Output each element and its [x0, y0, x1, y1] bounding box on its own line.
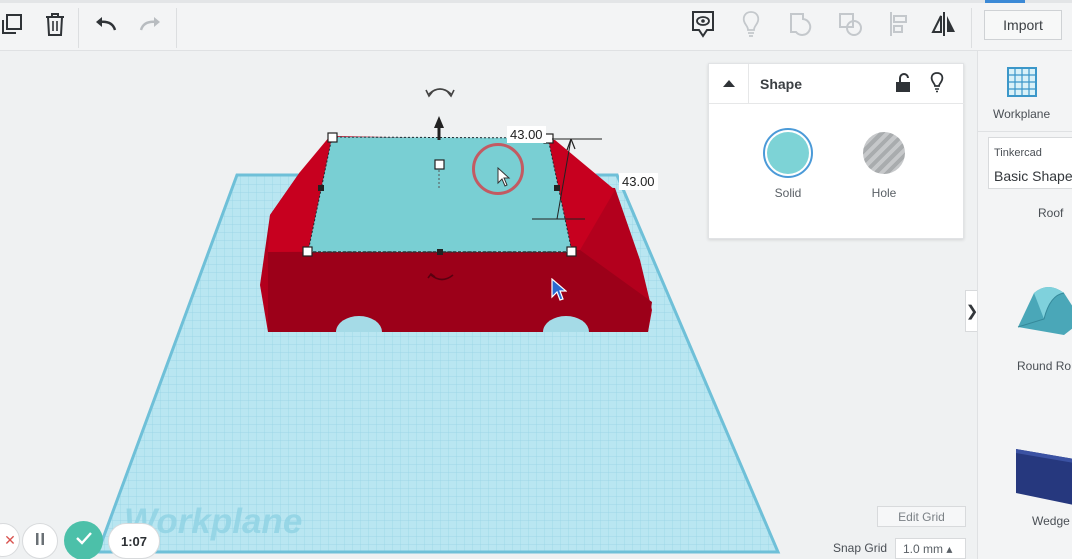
- side-handle[interactable]: [554, 185, 560, 191]
- inspector-header: Shape: [709, 64, 965, 104]
- unlock-icon: [895, 73, 911, 97]
- height-handle[interactable]: [434, 159, 445, 170]
- group-button[interactable]: [784, 3, 818, 50]
- rotate-handle-top[interactable]: [425, 88, 455, 98]
- import-button[interactable]: Import: [984, 10, 1062, 40]
- hole-option[interactable]: Hole: [859, 128, 909, 200]
- resize-handle[interactable]: [566, 246, 577, 257]
- light-button[interactable]: [734, 3, 768, 50]
- delete-button[interactable]: [40, 3, 70, 50]
- edit-grid-button[interactable]: Edit Grid: [877, 506, 966, 527]
- ungroup-button[interactable]: [833, 3, 867, 50]
- top-toolbar: Import: [0, 0, 1072, 51]
- library-divider: [978, 131, 1072, 132]
- copy-button[interactable]: [0, 3, 26, 50]
- library-category: Basic Shape: [994, 168, 1072, 184]
- shape-wedge[interactable]: [1014, 443, 1072, 518]
- visibility-button[interactable]: [929, 71, 945, 98]
- toolbar-separator: [78, 8, 79, 48]
- cursor-icon: [497, 166, 511, 192]
- bulb-icon: [929, 72, 945, 97]
- mouse-pointer-icon: [551, 277, 568, 307]
- library-source: Tinkercad: [994, 147, 1042, 159]
- recording-pause-button[interactable]: [22, 523, 58, 559]
- mirror-button[interactable]: [927, 3, 961, 50]
- inspector-title: Shape: [760, 76, 803, 92]
- round-roof-shape-icon: [1014, 287, 1072, 343]
- shape-round-roof[interactable]: [1014, 279, 1072, 344]
- notes-visibility-button[interactable]: [686, 3, 720, 50]
- side-handle[interactable]: [318, 185, 324, 191]
- workplane-label: Workplane: [993, 107, 1051, 121]
- view-icon: [689, 9, 717, 44]
- shapes-library-panel: Workplane Tinkercad Basic Shape Roof Rou…: [977, 51, 1072, 559]
- trash-icon: [43, 10, 67, 43]
- shape-label-wedge: Wedge: [1032, 514, 1070, 528]
- recording-confirm-button[interactable]: [64, 521, 103, 559]
- workplane-icon: [1005, 65, 1039, 104]
- toolbar-separator: [971, 8, 972, 48]
- resize-handle[interactable]: [327, 132, 338, 143]
- snap-grid-label: Snap Grid: [833, 541, 888, 555]
- bulb-icon: [740, 9, 762, 44]
- shape-inspector-panel: Shape Solid Hole: [708, 63, 965, 239]
- align-icon: [887, 10, 911, 43]
- hole-swatch[interactable]: [863, 132, 905, 174]
- caret-up-icon: [722, 75, 736, 93]
- active-tab-indicator: [985, 0, 1025, 3]
- close-icon: ✕: [4, 531, 16, 548]
- group-icon: [787, 10, 815, 43]
- tinkercad-editor: Import Workplane 43.00 43.00 Shape Solid…: [0, 0, 1072, 559]
- solid-option[interactable]: Solid: [763, 128, 813, 200]
- undo-icon: [93, 14, 117, 39]
- shape-label-roof: Roof: [1038, 206, 1064, 220]
- checkmark-icon: [75, 531, 93, 550]
- ungroup-icon: [836, 10, 864, 43]
- pause-icon: [34, 532, 46, 551]
- toolbar-separator: [176, 8, 177, 48]
- inspector-collapse-button[interactable]: [709, 64, 749, 104]
- shape-category-select[interactable]: Tinkercad Basic Shape: [988, 137, 1072, 189]
- dimension-label-width[interactable]: 43.00: [507, 126, 546, 143]
- redo-icon: [139, 14, 163, 39]
- lock-button[interactable]: [895, 73, 911, 98]
- solid-label: Solid: [774, 186, 802, 200]
- copy-icon: [1, 11, 25, 42]
- side-handle[interactable]: [437, 249, 443, 255]
- undo-button[interactable]: [90, 3, 120, 50]
- hole-label: Hole: [871, 186, 897, 200]
- recording-timer: 1:07: [108, 523, 160, 559]
- shape-label-round-roof: Round Ro: [1017, 359, 1072, 373]
- align-button[interactable]: [882, 3, 916, 50]
- mirror-icon: [929, 10, 959, 43]
- solid-color-dot: [767, 132, 809, 174]
- dimension-label-height[interactable]: 43.00: [619, 173, 658, 190]
- snap-grid-select[interactable]: 1.0 mm ▴: [895, 538, 966, 559]
- redo-button[interactable]: [136, 3, 166, 50]
- resize-handle[interactable]: [302, 246, 313, 257]
- solid-swatch[interactable]: [763, 128, 813, 178]
- lift-arrow[interactable]: [434, 116, 444, 128]
